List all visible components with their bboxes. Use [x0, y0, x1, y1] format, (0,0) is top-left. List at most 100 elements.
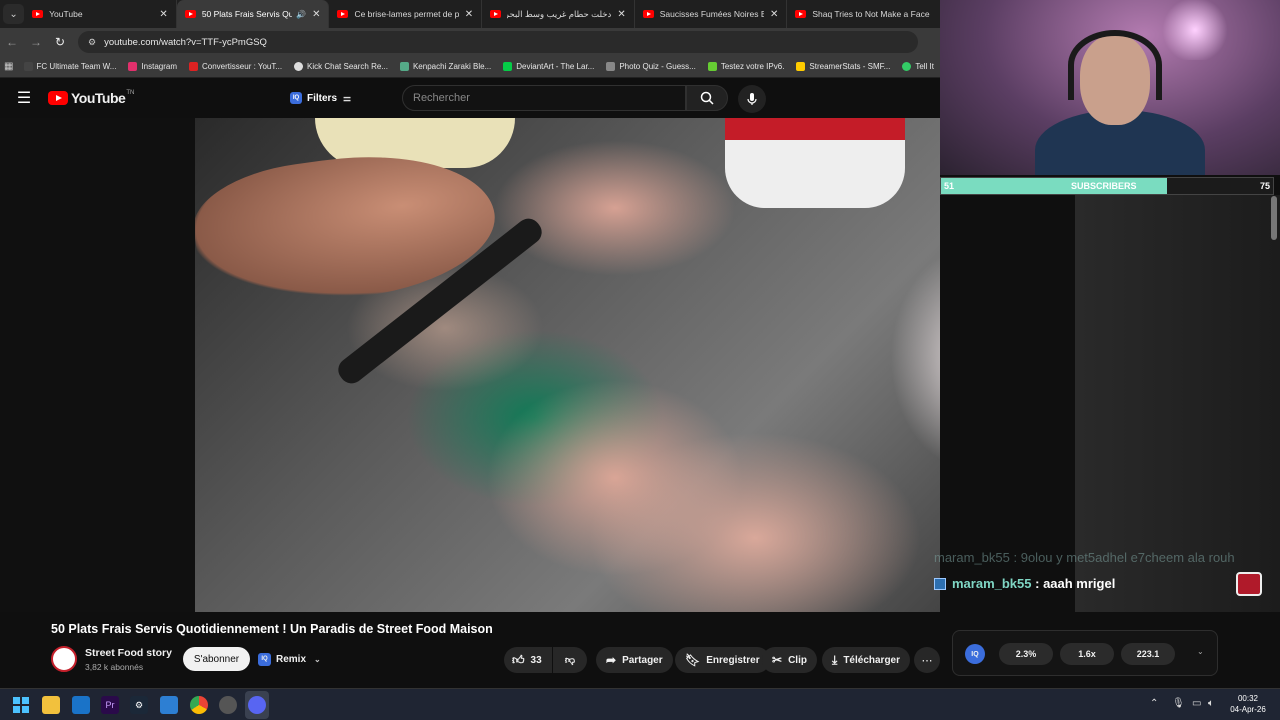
channel-avatar[interactable] [51, 646, 77, 672]
download-button[interactable]: ⤓ Télécharger [822, 647, 911, 673]
clip-label: Clip [788, 654, 807, 666]
bookmark-label: DeviantArt - The Lar... [516, 62, 595, 71]
back-icon[interactable]: ← [0, 35, 24, 49]
volume-icon[interactable]: 🔈︎ [1208, 698, 1214, 709]
more-actions-icon[interactable]: ⋯ [914, 647, 940, 673]
display-icon[interactable]: ▭ [1192, 698, 1201, 709]
remix-label: Remix [276, 653, 307, 665]
channel-name[interactable]: Street Food story [85, 647, 172, 659]
tab-title: Ce brise-lames permet de pêche [354, 9, 458, 19]
iq-icon: IQ [290, 92, 302, 104]
bookmark-label: Testez votre IPv6. [720, 62, 785, 71]
youtube-logo[interactable]: YouTube TN [48, 90, 134, 106]
file-explorer-icon[interactable] [42, 696, 60, 714]
speaker-icon[interactable]: 🔊 [296, 10, 306, 19]
bookmark-item[interactable]: Kenpachi Zaraki Ble... [394, 62, 497, 71]
channel-subscribers: 3,82 k abonnés [85, 662, 144, 672]
bookmark-item[interactable]: StreamerStats - SMF... [790, 62, 896, 71]
bookmark-item[interactable]: Photo Quiz - Guess... [600, 62, 701, 71]
tab-current-video[interactable]: 50 Plats Frais Servis Quotidienne 🔊 ✕ [176, 0, 330, 28]
sliders-icon: ⚌ [343, 92, 352, 103]
close-tab-icon[interactable]: ✕ [312, 9, 320, 20]
video-container-tub [725, 118, 905, 208]
address-row: ← → ↻ ⚙ youtube.com/watch?v=TTF-ycPmGSQ [0, 28, 940, 56]
close-tab-icon[interactable]: ✕ [465, 9, 473, 20]
close-tab-icon[interactable]: ✕ [159, 9, 167, 20]
thumbs-up-icon: 👍︎ [512, 652, 525, 667]
subscribe-button[interactable]: S'abonner [183, 647, 250, 671]
save-label: Enregistrer [706, 654, 760, 666]
chrome-icon[interactable] [190, 696, 208, 714]
search-button[interactable] [686, 85, 728, 111]
video-title: 50 Plats Frais Servis Quotidiennement ! … [51, 622, 493, 636]
apps-grid-icon[interactable]: ▦ [0, 61, 18, 72]
like-count: 33 [530, 654, 542, 666]
windows-taskbar: Pr ⚙ ⌃ 🎙︎ ▭ 🔈︎ 00:32 04-Apr-26 [0, 688, 1280, 720]
discord-icon[interactable] [248, 696, 266, 714]
bookmark-item[interactable]: FC Ultimate Team W... [18, 62, 123, 71]
share-button[interactable]: ➦ Partager [596, 647, 673, 673]
scrollbar[interactable] [1271, 196, 1277, 240]
tab-title: 50 Plats Frais Servis Quotidienne [201, 9, 292, 19]
tab-video-3[interactable]: Ce brise-lames permet de pêche ✕ [329, 0, 483, 28]
youtube-favicon-icon [490, 10, 502, 18]
deviantart-icon [503, 62, 513, 71]
menu-icon[interactable]: ☰ [0, 88, 48, 108]
video-frame[interactable] [195, 118, 940, 612]
bookmark-item[interactable]: Convertisseur : YouT... [183, 62, 288, 71]
youtube-favicon-icon [184, 10, 196, 18]
bookmark-item[interactable]: Kick Chat Search Re... [288, 62, 394, 71]
webcam-overlay [940, 0, 1280, 175]
tab-video-6[interactable]: Shaq Tries to Not Make a Face [787, 0, 940, 28]
outlook-icon[interactable] [72, 696, 90, 714]
bookmark-favicon-icon [189, 62, 198, 71]
voice-search-button[interactable] [738, 85, 766, 113]
address-bar[interactable]: ⚙ youtube.com/watch?v=TTF-ycPmGSQ [78, 31, 918, 53]
app-icon[interactable] [160, 696, 178, 714]
search-input[interactable]: Rechercher [402, 85, 686, 111]
chevron-up-icon[interactable]: ⌃ [1150, 698, 1158, 709]
remix-button[interactable]: IQ Remix ⌄ [258, 650, 321, 668]
tab-title: دخلت حطام غريب وسط البحر و [507, 8, 612, 19]
bookmark-item[interactable]: Testez votre IPv6. [702, 62, 791, 71]
clip-button[interactable]: ✂ Clip [762, 647, 817, 673]
microphone-icon[interactable]: 🎙︎ [1172, 698, 1185, 709]
youtube-play-icon [48, 91, 68, 105]
bookmark-label: StreamerStats - SMF... [809, 62, 891, 71]
youtube-favicon-icon [795, 10, 807, 18]
video-player[interactable] [0, 118, 940, 612]
bookmark-label: Photo Quiz - Guess... [619, 62, 696, 71]
iq-icon[interactable]: IQ [965, 644, 985, 664]
bookmark-label: Instagram [141, 62, 177, 71]
chat-username: maram_bk55 [952, 576, 1032, 591]
close-tab-icon[interactable]: ✕ [617, 9, 625, 20]
chevron-down-icon[interactable]: ⌄ [1197, 647, 1204, 656]
dislike-button[interactable]: 👎︎ [553, 647, 587, 673]
youtube-favicon-icon [337, 10, 349, 18]
bookmark-item[interactable]: Instagram [122, 62, 183, 71]
bookmark-favicon-icon [796, 62, 806, 71]
steam-icon[interactable]: ⚙ [130, 696, 148, 714]
close-tab-icon[interactable]: ✕ [770, 9, 778, 20]
subscriber-goal-bar: 51 SUBSCRIBERS 75 [940, 177, 1274, 195]
bookmark-label: FC Ultimate Team W... [36, 62, 117, 71]
windows-start-icon[interactable] [12, 696, 30, 714]
system-clock[interactable]: 00:32 04-Apr-26 [1226, 693, 1270, 715]
obs-icon[interactable] [219, 696, 237, 714]
bookmark-item[interactable]: DeviantArt - The Lar... [497, 62, 600, 71]
premiere-pro-icon[interactable]: Pr [101, 696, 119, 714]
tab-video-4[interactable]: دخلت حطام غريب وسط البحر و ✕ [482, 0, 635, 28]
site-info-icon[interactable]: ⚙ [88, 37, 96, 48]
like-button[interactable]: 👍︎ 33 [504, 647, 552, 673]
tab-video-5[interactable]: Saucisses Fumées Noires Bushc ✕ [635, 0, 788, 28]
save-button[interactable]: 🔖︎ Enregistrer [675, 647, 770, 673]
tab-youtube[interactable]: YouTube ✕ [24, 0, 177, 28]
iq-icon: IQ [258, 652, 271, 666]
forward-icon[interactable]: → [24, 35, 48, 49]
chevron-down-icon[interactable]: ⌄ [314, 655, 321, 664]
bookmark-item[interactable]: Tell It [896, 62, 940, 71]
screen: ⌄ YouTube ✕ 50 Plats Frais Servis Quotid… [0, 0, 1280, 720]
tab-search-icon[interactable]: ⌄ [3, 4, 25, 24]
filters-button[interactable]: IQ Filters ⚌ [282, 87, 359, 109]
reload-icon[interactable]: ↻ [48, 35, 72, 49]
